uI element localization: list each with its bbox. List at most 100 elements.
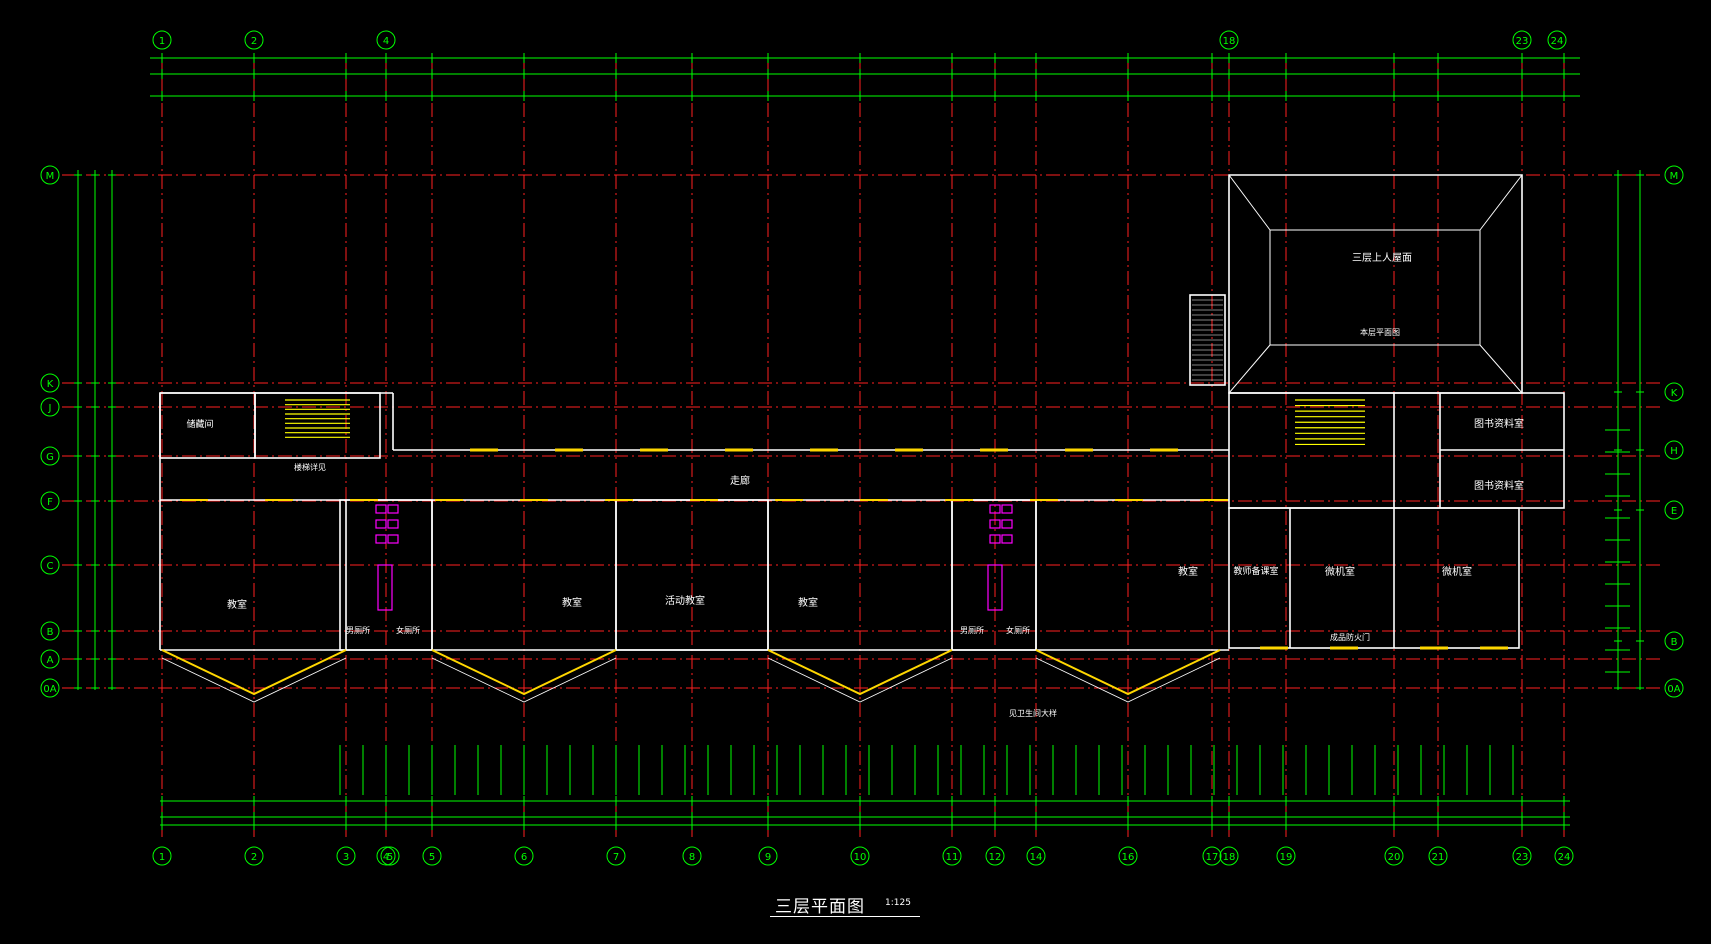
cad-viewport: { "drawing": { "title": "三层平面图", "scale"…	[0, 0, 1711, 944]
axis-bubble-left-C: C	[40, 555, 60, 575]
label-activity: 活动教室	[665, 594, 705, 607]
svg-text:9: 9	[765, 852, 771, 863]
svg-text:C: C	[47, 561, 54, 572]
axis-bubble-bottom-7: 7	[606, 846, 626, 866]
wc-fixture-1	[387, 504, 399, 514]
svg-text:5: 5	[429, 852, 435, 863]
axis-bubble-right-K: K	[1664, 382, 1684, 402]
svg-text:B: B	[1671, 637, 1678, 648]
svg-text:23: 23	[1516, 852, 1529, 863]
dimension-lines	[74, 53, 1644, 830]
svg-text:G: G	[46, 452, 54, 463]
svg-text:0A: 0A	[43, 684, 56, 695]
axis-bubble-bottom-19: 19	[1276, 846, 1296, 866]
label-teacher-office: 教师备课室	[1233, 565, 1278, 577]
roof-hip-1	[1479, 174, 1523, 231]
svg-text:17: 17	[1206, 852, 1219, 863]
wc-fixture-9	[1001, 519, 1013, 529]
svg-text:2: 2	[251, 852, 257, 863]
svg-text:0A: 0A	[1667, 684, 1680, 695]
roof-outline	[1228, 174, 1523, 394]
axis-bubble-right-0A: 0A	[1664, 678, 1684, 698]
label-female-wc-w: 女厕所	[396, 625, 420, 635]
axis-bubble-bottom-11: 11	[942, 846, 962, 866]
roof-hip-0	[1228, 174, 1271, 231]
svg-text:A: A	[47, 655, 54, 666]
wc-fixture-7	[1001, 504, 1013, 514]
svg-text:B: B	[47, 627, 54, 638]
svg-text:12: 12	[989, 852, 1002, 863]
axis-bubble-bottom-21: 21	[1428, 846, 1448, 866]
svg-text:11: 11	[946, 852, 959, 863]
axis-bubble-bottom-3: 3	[336, 846, 356, 866]
svg-text:24: 24	[1558, 852, 1571, 863]
axis-bubble-bottom-14: 14	[1026, 846, 1046, 866]
svg-text:23: 23	[1516, 36, 1529, 47]
axis-bubble-top-1: 1	[152, 30, 172, 50]
svg-text:8: 8	[689, 852, 695, 863]
block-east-south	[1228, 507, 1520, 649]
note-stair: 楼梯详见	[294, 462, 326, 472]
wc-fixture-0	[375, 504, 387, 514]
svg-text:K: K	[47, 379, 54, 390]
axis-bubble-bottom-10: 10	[850, 846, 870, 866]
label-library-2: 图书资料室	[1474, 479, 1524, 492]
axis-bubble-left-F: F	[40, 491, 60, 511]
label-library-1: 图书资料室	[1474, 417, 1524, 430]
svg-text:7: 7	[613, 852, 619, 863]
svg-text:18: 18	[1223, 852, 1236, 863]
axis-bubble-bottom-12: 12	[985, 846, 1005, 866]
svg-text:1: 1	[159, 36, 165, 47]
wc-fixture-4	[375, 534, 387, 544]
label-classroom-1: 教室	[227, 598, 247, 611]
axis-bubble-bottom-9: 9	[758, 846, 778, 866]
axis-bubble-top-23: 23	[1512, 30, 1532, 50]
axis-bubble-left-G: G	[40, 446, 60, 466]
axis-bubble-bottom-5: 5	[422, 846, 442, 866]
axis-bubble-bottom-2: 2	[244, 846, 264, 866]
roof-hip-3	[1479, 344, 1523, 394]
details	[285, 299, 1365, 611]
label-computer-2: 微机室	[1442, 565, 1472, 578]
svg-text:4: 4	[383, 36, 389, 47]
label-female-wc-e: 女厕所	[1006, 625, 1030, 635]
axis-bubble-bottom-23: 23	[1512, 846, 1532, 866]
svg-text:M: M	[46, 171, 55, 182]
svg-text:2: 2	[251, 36, 257, 47]
axis-bubble-right-E: E	[1664, 500, 1684, 520]
svg-text:5: 5	[387, 852, 393, 863]
drawing-title-block: 三层平面图 1:125	[770, 892, 925, 922]
axis-bubble-left-M: M	[40, 165, 60, 185]
stair-treads-west	[285, 399, 350, 438]
svg-text:6: 6	[521, 852, 527, 863]
label-roof-terrace: 三层上人屋面	[1352, 252, 1412, 264]
axis-bubble-bottom-1: 1	[152, 846, 172, 866]
svg-text:E: E	[1671, 506, 1677, 517]
walls	[159, 174, 1565, 651]
svg-text:14: 14	[1030, 852, 1043, 863]
axis-bubble-right-M: M	[1664, 165, 1684, 185]
svg-text:K: K	[1671, 388, 1678, 399]
urinal-west	[377, 564, 393, 611]
svg-text:18: 18	[1223, 36, 1236, 47]
svg-text:3: 3	[343, 852, 349, 863]
axis-bubble-top-4: 4	[376, 30, 396, 50]
axis-bubble-bottom-8: 8	[682, 846, 702, 866]
note-door: 成品防火门	[1330, 632, 1370, 642]
svg-text:F: F	[47, 497, 53, 508]
stair-west	[254, 392, 381, 459]
svg-text:24: 24	[1551, 36, 1564, 47]
axis-bubble-left-K: K	[40, 373, 60, 393]
axis-bubble-right-B: B	[1664, 631, 1684, 651]
label-storage: 储藏间	[186, 418, 213, 430]
grid-axis-lines	[62, 55, 1660, 840]
axis-bubble-right-H: H	[1664, 440, 1684, 460]
roof-hip-2	[1228, 344, 1271, 394]
axis-bubble-top-24: 24	[1547, 30, 1567, 50]
svg-text:1: 1	[159, 852, 165, 863]
svg-text:J: J	[48, 403, 52, 414]
axis-bubble-bottom-24: 24	[1554, 846, 1574, 866]
svg-text:16: 16	[1122, 852, 1135, 863]
svg-text:M: M	[1670, 171, 1679, 182]
floor-plan-drawing: 1 2 4 18 23 241 2 3 4 5 6 7 8 9 10 11 12 14 16 17 18 19 20 21 23…	[40, 30, 1684, 866]
